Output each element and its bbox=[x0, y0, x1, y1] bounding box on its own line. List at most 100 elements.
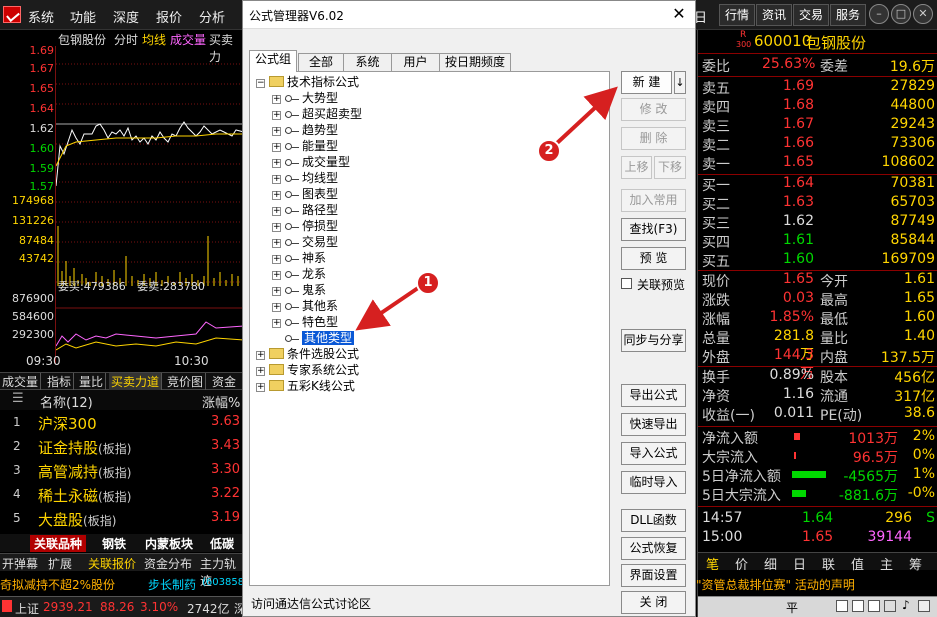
tree-node-category[interactable]: + 特色型 bbox=[272, 314, 338, 330]
tree-node-category[interactable]: + 均线型 bbox=[272, 170, 338, 186]
tree-expander-icon[interactable]: + bbox=[272, 159, 281, 168]
layout2-icon[interactable] bbox=[852, 600, 864, 612]
new-button[interactable]: 新 建 bbox=[621, 71, 672, 94]
tree-expander-icon[interactable]: + bbox=[272, 207, 281, 216]
tab-volume-ratio[interactable]: 量比 bbox=[77, 373, 107, 391]
layout1-icon[interactable] bbox=[836, 600, 848, 612]
monitor-icon[interactable] bbox=[918, 600, 930, 612]
ui-settings-button[interactable]: 界面设置 bbox=[621, 564, 686, 587]
tree-expander-icon[interactable]: + bbox=[272, 239, 281, 248]
layout3-icon[interactable] bbox=[868, 600, 880, 612]
tree-expander-icon[interactable]: + bbox=[272, 303, 281, 312]
quote-tab[interactable]: 价 bbox=[735, 554, 748, 573]
tab-fund[interactable]: 资金第 bbox=[210, 373, 244, 407]
tree-expander-icon[interactable]: + bbox=[256, 383, 265, 392]
menu-analysis[interactable]: 分析 bbox=[199, 7, 225, 26]
tree-expander-icon[interactable]: + bbox=[256, 367, 265, 376]
tree-node-category[interactable]: + 停损型 bbox=[272, 218, 338, 234]
tree-node-category[interactable]: + 超买超卖型 bbox=[272, 106, 362, 122]
list-header-name[interactable]: 名称(12) bbox=[40, 392, 93, 411]
tree-expander-icon[interactable]: + bbox=[272, 287, 281, 296]
tree-node-category[interactable]: + 其他系 bbox=[272, 298, 338, 314]
tree-node-selected[interactable]: 其他类型 bbox=[285, 330, 355, 346]
tab-extend[interactable]: 扩展 bbox=[48, 555, 72, 572]
tree-expander-icon[interactable]: + bbox=[272, 111, 281, 120]
quote-news[interactable]: "资管总裁排位赛" 活动的声明 bbox=[696, 574, 937, 593]
quote-tab[interactable]: 主 bbox=[880, 554, 893, 573]
tree-node-category[interactable]: + 路径型 bbox=[272, 202, 338, 218]
quote-tab[interactable]: 筹 bbox=[909, 554, 922, 573]
dialog-titlebar[interactable]: 公式管理器V6.02 ✕ bbox=[243, 1, 695, 29]
tree-node-category[interactable]: + 能量型 bbox=[272, 138, 338, 154]
quote-tab[interactable]: 细 bbox=[764, 554, 777, 573]
tree-node-root-folder[interactable]: + 专家系统公式 bbox=[256, 362, 359, 378]
tree-node-category[interactable]: + 大势型 bbox=[272, 90, 338, 106]
tab-inner-mongolia[interactable]: 内蒙板块 bbox=[145, 535, 193, 552]
tree-node-category[interactable]: + 鬼系 bbox=[272, 282, 326, 298]
tab-buysell-power[interactable]: 买卖力道 bbox=[109, 373, 163, 391]
tree-node-category[interactable]: + 成交量型 bbox=[272, 154, 350, 170]
tree-expander-icon[interactable]: + bbox=[272, 127, 281, 136]
quote-tab[interactable]: 值 bbox=[851, 554, 864, 573]
list-item[interactable]: 3 高管减持(板指) 3.30 bbox=[0, 460, 244, 482]
tab-user[interactable]: 用户 bbox=[391, 53, 440, 71]
tab-fund-dist[interactable]: 资金分布 bbox=[144, 555, 192, 572]
tab-auction[interactable]: 竞价图 bbox=[165, 373, 207, 391]
menu-function[interactable]: 功能 bbox=[70, 7, 96, 26]
tab-steel[interactable]: 钢铁 bbox=[102, 535, 126, 552]
tree-expander-icon[interactable]: + bbox=[272, 191, 281, 200]
minimize-icon[interactable]: – bbox=[869, 4, 889, 24]
quote-tab[interactable]: 联 bbox=[822, 554, 835, 573]
move-up-button[interactable]: 上移 bbox=[621, 156, 652, 179]
assoc-preview-checkbox[interactable] bbox=[621, 278, 632, 289]
tab-date-frequency[interactable]: 按日期频度 bbox=[439, 53, 511, 71]
tab-volume[interactable]: 成交量 bbox=[0, 373, 42, 391]
forum-link[interactable]: 访问通达信公式讨论区 bbox=[251, 595, 371, 612]
tab-related-variety[interactable]: 关联品种 bbox=[30, 535, 87, 552]
tree-node-tech-indicators[interactable]: − 技术指标公式 bbox=[256, 74, 359, 90]
maximize-icon[interactable]: □ bbox=[891, 4, 911, 24]
news-ticker[interactable]: 奇拟减持不超2%股份 步长制药 (603858 bbox=[0, 573, 244, 593]
tree-expander-icon[interactable]: + bbox=[272, 255, 281, 264]
quote-tab[interactable]: 日 bbox=[793, 554, 806, 573]
tree-expander-icon[interactable]: + bbox=[272, 319, 281, 328]
news-text-a[interactable]: 奇拟减持不超2%股份 bbox=[0, 576, 115, 593]
news-button[interactable]: 资讯 bbox=[756, 4, 792, 26]
list-item[interactable]: 1 沪深300 3.63 bbox=[0, 412, 244, 434]
tree-expander-icon[interactable]: + bbox=[272, 223, 281, 232]
sync-share-button[interactable]: 同步与分享 bbox=[621, 329, 686, 352]
quote-news-text[interactable]: "资管总裁排位赛" 活动的声明 bbox=[696, 576, 855, 593]
search-button[interactable]: 查找(F3) bbox=[621, 218, 686, 241]
menu-system[interactable]: 系统 bbox=[28, 7, 54, 26]
tree-expander-icon[interactable]: + bbox=[272, 143, 281, 152]
close-icon[interactable]: ✕ bbox=[913, 4, 933, 24]
preview-button[interactable]: 预 览 bbox=[621, 247, 686, 270]
import-formula-button[interactable]: 导入公式 bbox=[621, 442, 686, 465]
service-button[interactable]: 服务 bbox=[830, 4, 866, 26]
tree-node-category[interactable]: + 龙系 bbox=[272, 266, 326, 282]
tab-related-quote[interactable]: 关联报价 bbox=[88, 555, 136, 572]
restore-formula-button[interactable]: 公式恢复 bbox=[621, 537, 686, 560]
new-dropdown-button[interactable]: ↓ bbox=[674, 71, 686, 94]
trade-button[interactable]: 交易 bbox=[793, 4, 829, 26]
tab-all[interactable]: 全部 bbox=[298, 53, 344, 71]
list-item[interactable]: 2 证金持股(板指) 3.43 bbox=[0, 436, 244, 458]
dialog-close-icon[interactable]: ✕ bbox=[669, 4, 689, 23]
news-text-c[interactable]: (603858 bbox=[202, 577, 244, 588]
tree-node-root-folder[interactable]: + 五彩K线公式 bbox=[256, 378, 355, 394]
tab-formula-group[interactable]: 公式组 bbox=[249, 50, 297, 72]
move-down-button[interactable]: 下移 bbox=[654, 156, 686, 179]
market-button[interactable]: 行情 bbox=[719, 4, 755, 26]
tree-expander-icon[interactable]: + bbox=[272, 271, 281, 280]
tree-node-category[interactable]: + 趋势型 bbox=[272, 122, 338, 138]
assoc-preview-checkbox-row[interactable]: 关联预览 bbox=[621, 276, 696, 292]
add-common-button[interactable]: 加入常用 bbox=[621, 189, 686, 212]
export-formula-button[interactable]: 导出公式 bbox=[621, 384, 686, 407]
temp-import-button[interactable]: 临时导入 bbox=[621, 471, 686, 494]
tree-node-root-folder[interactable]: + 条件选股公式 bbox=[256, 346, 359, 362]
list-header-pct[interactable]: 涨幅% bbox=[202, 392, 240, 411]
edit-button[interactable]: 修 改 bbox=[621, 98, 686, 121]
tree-node-category[interactable]: + 交易型 bbox=[272, 234, 338, 250]
list-item[interactable]: 5 大盘股(板指) 3.19 bbox=[0, 508, 244, 530]
tab-danmu[interactable]: 开弹幕 bbox=[2, 555, 38, 572]
